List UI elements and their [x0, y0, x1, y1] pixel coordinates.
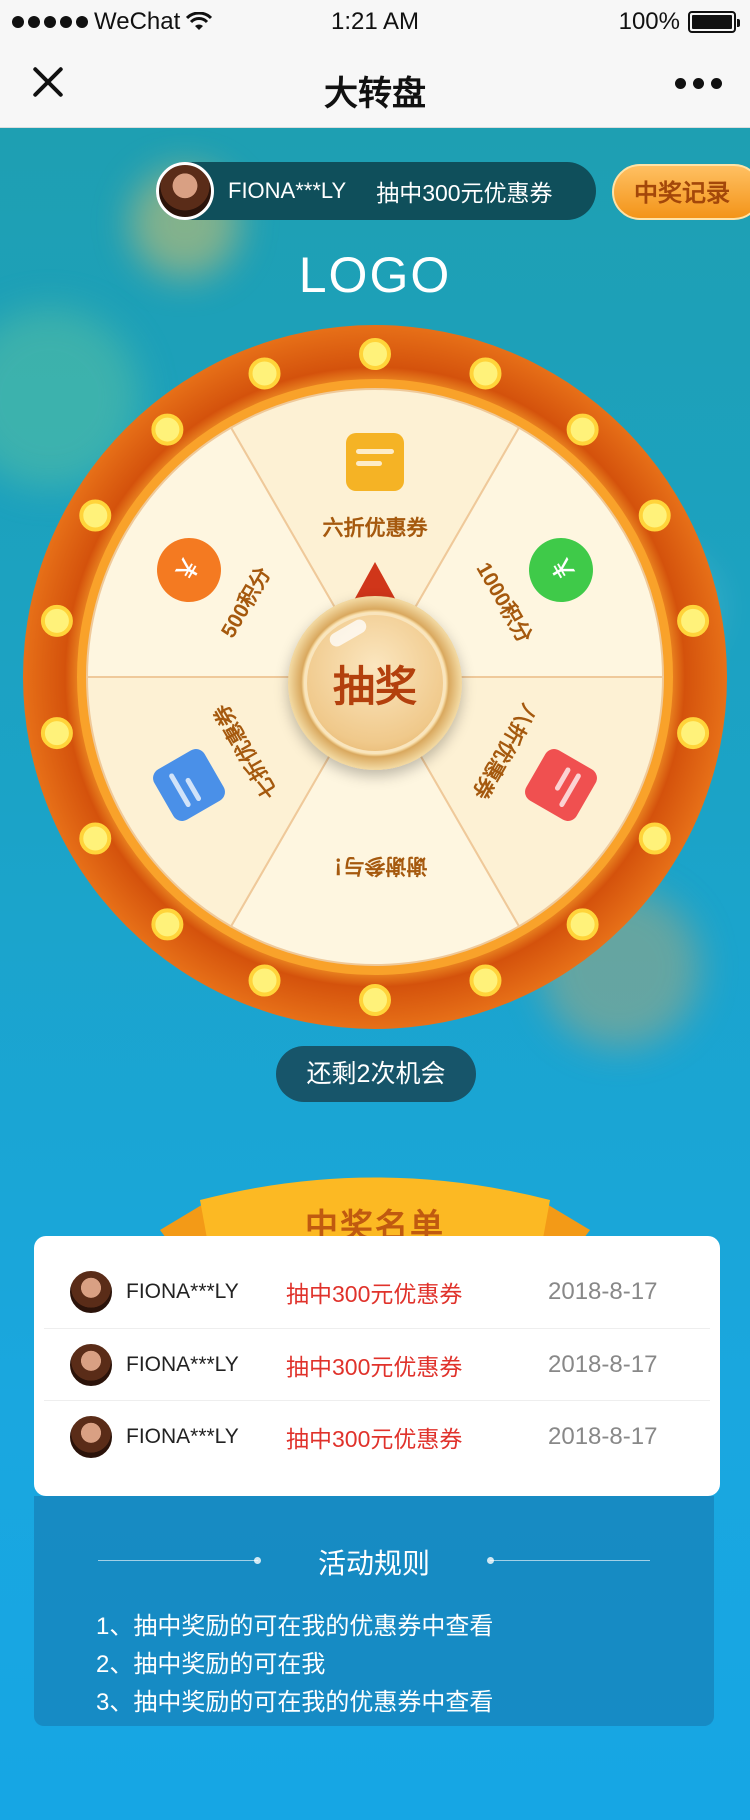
wheel-bulb: [677, 717, 710, 750]
wheel-bulb: [359, 338, 391, 370]
winners-list: FIONA***LY 抽中300元优惠券 2018-8-17 FIONA***LY 抽中…: [34, 1236, 720, 1496]
rules-list: 1、抽中奖励的可在我的优惠券中查看 2、抽中奖励的可在我 3、抽中奖励的可在我的…: [96, 1608, 493, 1722]
winner-name: FIONA***LY: [126, 1352, 239, 1376]
divider: [487, 1557, 650, 1564]
avatar: [68, 1413, 114, 1460]
winner-date: 2018-8-17: [548, 1278, 658, 1305]
wheel-segment-label: 谢谢参与！: [322, 854, 428, 877]
winner-ticker: FIONA***LY 抽中300元优惠券: [156, 162, 596, 220]
wheel-bulb: [40, 717, 73, 750]
wheel-bulb: [248, 964, 281, 997]
wheel-bulb: [638, 499, 671, 532]
spin-label: 抽奖: [332, 662, 417, 710]
wheel-bulb: [469, 964, 502, 997]
wheel-bulb: [151, 908, 184, 941]
rule-item: 2、抽中奖励的可在我: [96, 1651, 326, 1678]
wheel-bulb: [79, 822, 112, 855]
coupon-icon: [346, 433, 404, 491]
prize-record-button[interactable]: 中奖记录: [612, 164, 750, 220]
wheel-bulb: [151, 413, 184, 446]
ticker-prize: 抽中300元优惠券: [376, 180, 553, 206]
status-bar: WeChat 1:21 AM 100%: [0, 0, 750, 44]
wheel-bulb: [566, 413, 599, 446]
wheel-bulb: [40, 604, 73, 637]
prize-wheel: 六折优惠券 ¥1000积分 八折优惠券 谢谢参与！ 七折优惠券 ¥500积分 抽奖: [22, 324, 728, 1030]
wheel-bulb: [248, 357, 281, 390]
winner-name: FIONA***LY: [126, 1280, 239, 1303]
rules-title: 活动规则: [317, 1548, 430, 1579]
winner-row: FIONA***LY 抽中300元优惠券 2018-8-17: [44, 1256, 710, 1328]
wheel-bulb: [79, 499, 112, 532]
avatar: [68, 1269, 114, 1315]
rules-panel: 活动规则 1、抽中奖励的可在我的优惠券中查看 2、抽中奖励的可在我 3、抽中奖励…: [34, 1496, 714, 1726]
rule-item: 1、抽中奖励的可在我的优惠券中查看: [96, 1613, 494, 1640]
wheel-bulb: [566, 908, 599, 941]
page-title: 大转盘: [324, 75, 426, 113]
wheel-bulb: [359, 984, 391, 1016]
avatar: [156, 162, 214, 220]
wheel-segment-label: 六折优惠券: [322, 517, 428, 540]
wheel-bulb: [638, 822, 671, 855]
spin-button-face: 抽奖: [304, 612, 446, 754]
nav-bar: 大转盘: [0, 44, 750, 128]
winner-row: FIONA***LY 抽中300元优惠券 2018-8-17: [44, 1328, 710, 1400]
wheel-bulb: [469, 357, 502, 390]
remaining-chances: 还剩2次机会: [276, 1046, 476, 1102]
winner-name: FIONA***LY: [126, 1424, 239, 1448]
ticker-name: FIONA***LY: [228, 178, 347, 203]
battery-label: 100%: [618, 8, 680, 35]
winner-date: 2018-8-17: [548, 1350, 658, 1378]
winner-prize: 抽中300元优惠券: [286, 1281, 463, 1307]
rule-item: 3、抽中奖励的可在我的优惠券中查看: [96, 1689, 494, 1716]
more-icon[interactable]: [675, 78, 722, 89]
winner-prize: 抽中300元优惠券: [286, 1425, 463, 1452]
wheel-bulb: [677, 604, 710, 637]
winner-row: FIONA***LY 抽中300元优惠券 2018-8-17: [44, 1400, 710, 1472]
avatar: [68, 1341, 114, 1388]
logo: LOGO: [298, 247, 452, 303]
lottery-main: FIONA***LY 抽中300元优惠券 中奖记录 LOGO 六折优惠券 ¥100…: [0, 128, 750, 1820]
winner-date: 2018-8-17: [548, 1422, 658, 1450]
spin-button[interactable]: 抽奖: [288, 596, 462, 770]
winner-prize: 抽中300元优惠券: [286, 1353, 463, 1380]
status-right: 100%: [618, 8, 740, 36]
battery-icon: [688, 11, 740, 33]
